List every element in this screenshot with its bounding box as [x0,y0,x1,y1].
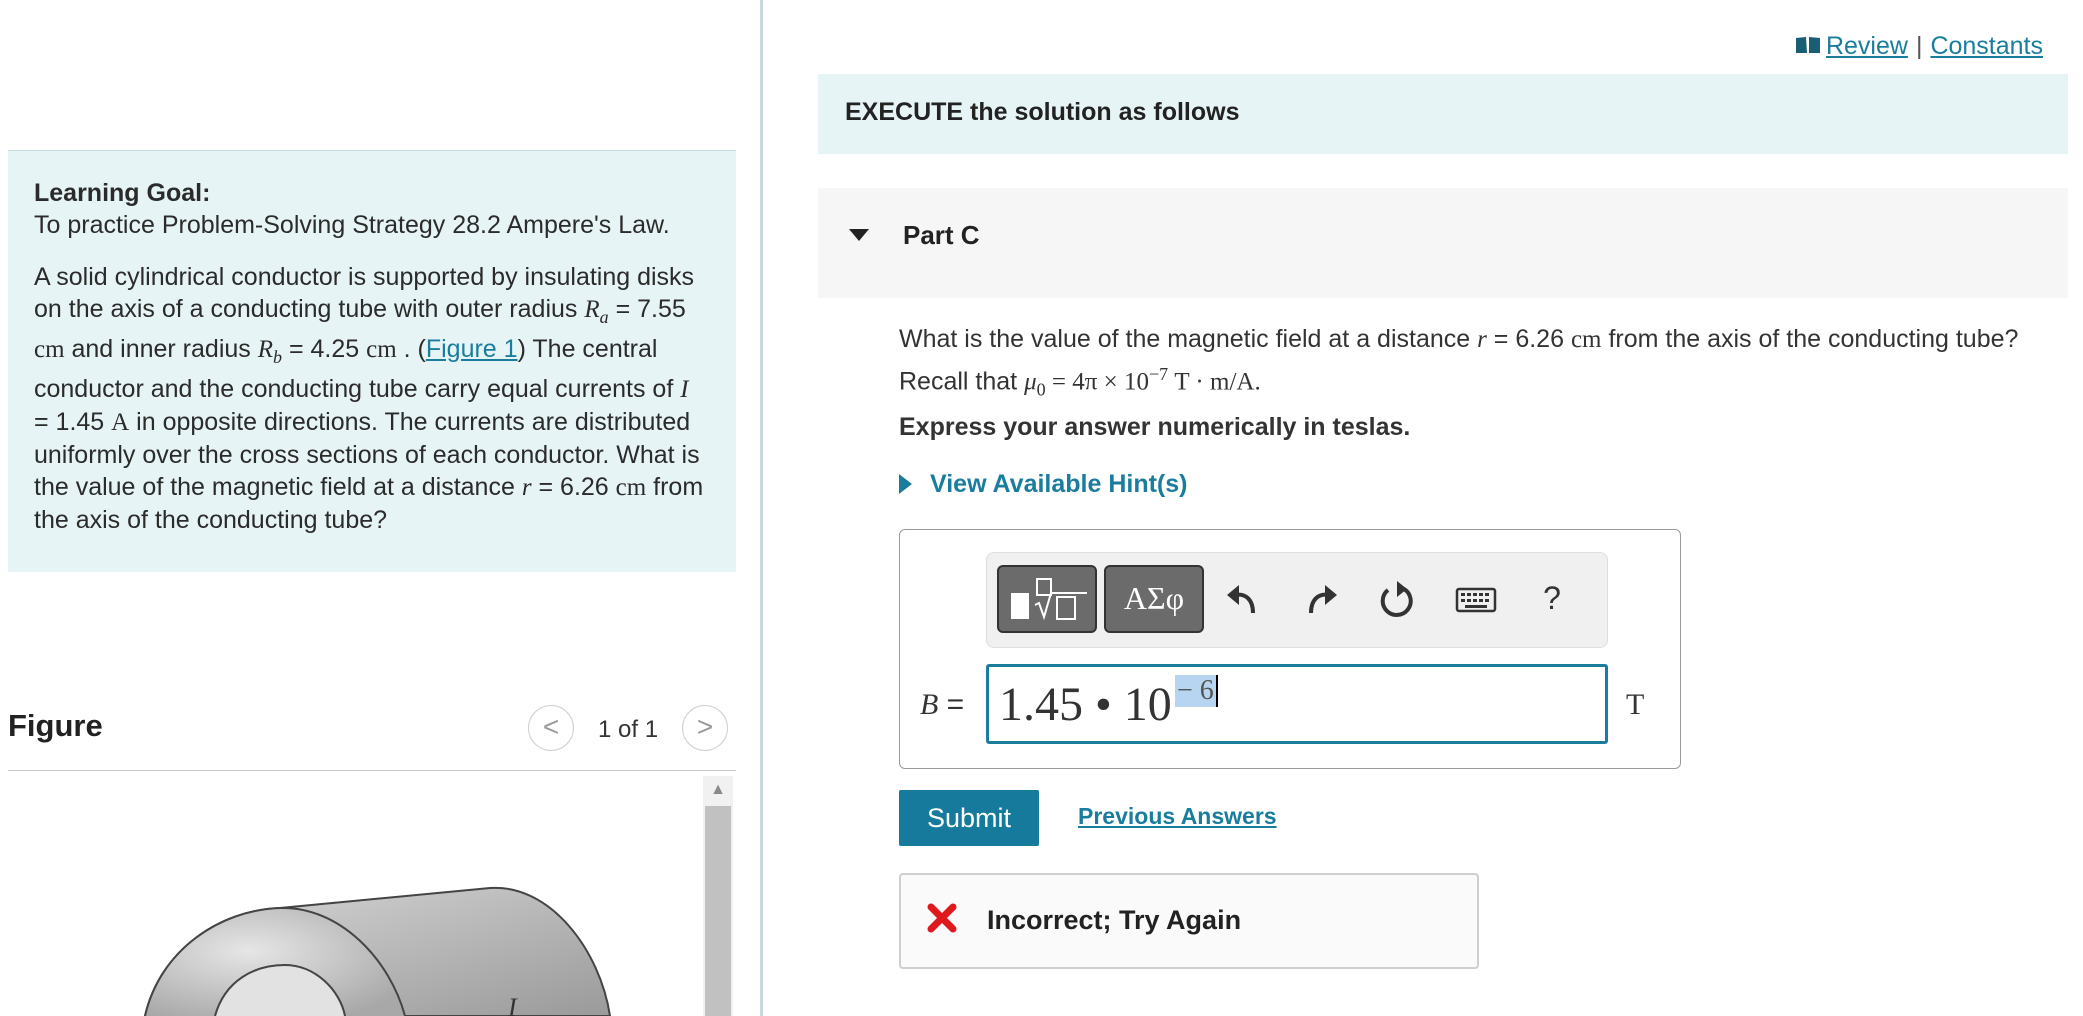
answer-exponent: − 6 [1175,675,1216,707]
review-link[interactable]: Review [1826,32,1908,60]
execute-banner: EXECUTE the solution as follows [818,74,2068,154]
current-value: = 1.45 [34,408,112,436]
variable-label: B = [920,688,964,722]
scroll-up-arrow-icon[interactable]: ▲ [703,776,733,802]
open-paren: . ( [396,335,426,363]
templates-icon [1011,578,1087,621]
expand-triangle-icon [899,474,912,494]
left-pane: Learning Goal: To practice Problem-Solvi… [0,0,760,1016]
variable-symbol: B [920,688,939,721]
keyboard-icon[interactable] [1451,575,1501,625]
book-icon [1794,33,1822,62]
mu-symbol: μ [1024,368,1037,396]
figure-image: I [140,870,620,1016]
previous-answers-link[interactable]: Previous Answers [1078,803,1277,830]
ra-value: = 7.55 [608,295,686,323]
figure-scrollbar[interactable]: ▲ [703,776,733,1016]
templates-button[interactable] [997,565,1097,633]
figure-header: Figure < 1 of 1 > [8,700,736,771]
r-symbol: r [521,474,532,501]
scroll-thumb[interactable] [705,806,731,1016]
question-r-unit: cm [1570,326,1602,353]
learning-goal-heading: Learning Goal: [34,179,211,207]
answer-input[interactable]: 1.45 • 10 − 6 [986,664,1608,744]
chevron-right-icon: > [696,711,714,742]
question-r-symbol: r [1477,326,1487,353]
pane-divider[interactable] [760,0,763,1016]
chevron-left-icon: < [542,711,560,742]
part-title: Part C [903,220,980,250]
current-symbol: I [680,376,689,403]
collapse-caret-icon[interactable] [848,228,870,247]
problem-statement: A solid cylindrical conductor is support… [34,261,710,536]
figure-prev-button[interactable]: < [528,705,574,751]
mu-value: = 4π × 10 [1045,368,1149,396]
undo-icon[interactable] [1219,575,1269,625]
math-toolbar: ΑΣφ ? [986,552,1608,648]
answer-unit: T [1626,688,1645,721]
text-caret [1216,675,1218,707]
learning-goal-intro: To practice Problem-Solving Strategy 28.… [34,211,670,239]
conductor-cylinder-drawing: I [143,886,612,1016]
r-value: = 6.26 [531,473,616,501]
feedback-text: Incorrect; Try Again [987,905,1242,935]
constants-link[interactable]: Constants [1930,32,2043,60]
redo-icon[interactable] [1295,575,1345,625]
current-unit: A [111,409,130,436]
submit-button[interactable]: Submit [899,790,1039,846]
mu-exponent: −7 [1148,364,1169,384]
mu-unit: T · m/A. [1168,368,1261,396]
mu-subscript: 0 [1036,379,1046,400]
close-paren: ) [517,335,526,363]
link-separator: | [1915,32,1923,60]
figure-next-button[interactable]: > [682,705,728,751]
part-c-header[interactable]: Part C [818,188,2068,298]
question-text: What is the value of the magnetic field … [899,322,2059,407]
and-inner-text: and inner radius [64,335,258,363]
question-r-value: = 6.26 [1486,325,1571,353]
header-links: Review | Constants [1794,32,2043,62]
answer-box: ΑΣφ ? B = 1.45 • 10 − 6 T [899,529,1681,769]
hint-label: View Available Hint(s) [930,470,1188,498]
figure-counter: 1 of 1 [598,716,659,743]
figure-1-link[interactable]: Figure 1 [426,335,518,363]
figure-title: Figure [8,708,103,743]
rb-subscript: b [273,347,283,367]
ra-unit: cm [34,336,65,363]
answer-instruction: Express your answer numerically in tesla… [899,413,1411,441]
view-hints-link[interactable]: View Available Hint(s) [899,470,1187,499]
reset-icon[interactable] [1371,575,1421,625]
rb-unit: cm [366,336,397,363]
r-unit: cm [615,474,647,501]
answer-base-value: 1.45 • 10 [999,678,1172,731]
feedback-box: Incorrect; Try Again [899,873,1479,969]
help-button[interactable]: ? [1527,575,1577,625]
rb-value: = 4.25 [282,335,367,363]
question-pre: What is the value of the magnetic field … [899,325,1478,353]
rb-symbol: R [257,336,274,363]
error-x-icon [927,903,957,938]
learning-goal-panel: Learning Goal: To practice Problem-Solvi… [8,150,736,572]
ra-subscript: a [599,307,609,327]
symbols-button[interactable]: ΑΣφ [1104,565,1204,633]
current-label: I [507,993,518,1016]
variable-equals: = [938,688,965,721]
ra-symbol: R [584,296,600,323]
